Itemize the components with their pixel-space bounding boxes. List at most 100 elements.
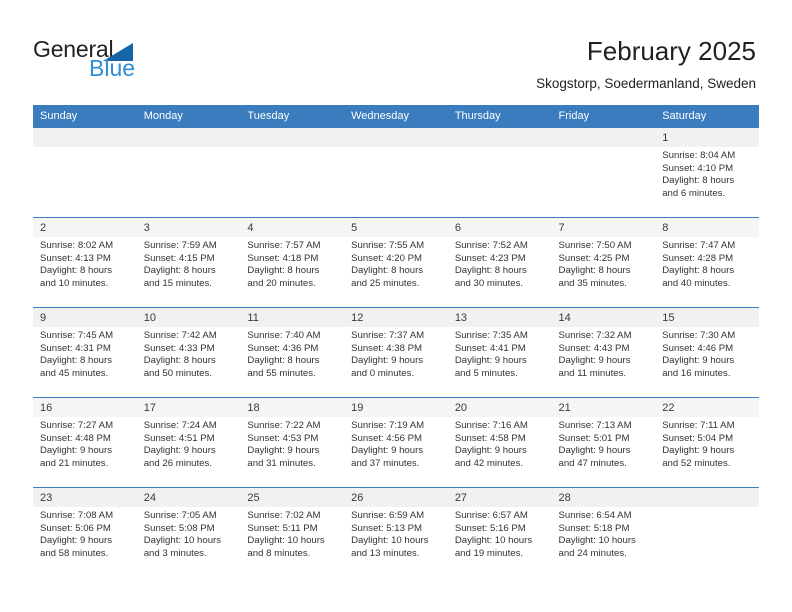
calendar-day-cell-empty <box>344 127 448 218</box>
calendar-day-cell[interactable]: 8 Sunrise: 7:47 AM Sunset: 4:28 PM Daylight… <box>655 217 759 308</box>
day-detail-line: Sunset: 4:31 PM <box>40 342 111 354</box>
day-detail-lines: Sunrise: 7:52 AM Sunset: 4:23 PM Daylight:… <box>448 237 552 290</box>
day-detail-line: Sunset: 5:06 PM <box>40 522 111 534</box>
day-detail-line: Sunrise: 8:04 AM <box>662 150 736 161</box>
calendar-day-cell[interactable]: 27 Sunrise: 6:57 AM Sunset: 5:16 PM Dayligh… <box>447 487 552 578</box>
calendar-day-cell[interactable]: 16 Sunrise: 7:27 AM Sunset: 4:48 PM Dayligh… <box>33 397 137 488</box>
calendar-day-cell[interactable]: 23 Sunrise: 7:08 AM Sunset: 5:06 PM Dayligh… <box>33 487 137 578</box>
calendar-day-cell[interactable]: 15 Sunrise: 7:30 AM Sunset: 4:46 PM Dayligh… <box>655 307 759 398</box>
calendar-week-row: 2 Sunrise: 8:02 AM Sunset: 4:13 PM Daylight… <box>33 217 759 308</box>
calendar-week-row: 16 Sunrise: 7:27 AM Sunset: 4:48 PM Dayligh… <box>33 397 759 488</box>
day-number <box>344 128 448 147</box>
day-detail-line: Sunset: 5:18 PM <box>558 522 630 534</box>
day-number: 20 <box>447 398 552 417</box>
day-detail-lines: Sunrise: 6:59 AM Sunset: 5:13 PM Daylight:… <box>344 507 448 560</box>
day-detail-line: Sunset: 5:04 PM <box>662 432 734 444</box>
calendar-day-cell[interactable]: 6 Sunrise: 7:52 AM Sunset: 4:23 PM Daylight… <box>447 217 552 308</box>
day-detail-line: and 40 minutes. <box>662 277 731 289</box>
calendar-day-cell[interactable]: 5 Sunrise: 7:55 AM Sunset: 4:20 PM Daylight… <box>344 217 448 308</box>
day-detail-line: Sunset: 4:58 PM <box>454 432 526 444</box>
day-number: 8 <box>655 218 759 237</box>
day-number: 9 <box>33 308 137 327</box>
day-number <box>551 128 656 147</box>
day-detail-line: and 52 minutes. <box>662 457 731 469</box>
weekday-header-tuesday: Tuesday <box>240 105 345 128</box>
calendar-day-cell[interactable]: 4 Sunrise: 7:57 AM Sunset: 4:18 PM Daylight… <box>240 217 345 308</box>
day-detail-lines: Sunrise: 8:02 AM Sunset: 4:13 PM Daylight:… <box>33 237 137 290</box>
day-detail-line: Sunrise: 7:19 AM <box>351 420 425 431</box>
day-detail-line: Sunset: 4:53 PM <box>247 432 319 444</box>
day-detail-line: Sunset: 4:13 PM <box>40 252 111 264</box>
calendar-day-cell[interactable]: 10 Sunrise: 7:42 AM Sunset: 4:33 PM Dayligh… <box>136 307 241 398</box>
calendar-day-cell[interactable]: 9 Sunrise: 7:45 AM Sunset: 4:31 PM Daylight… <box>33 307 137 398</box>
day-number: 7 <box>551 218 656 237</box>
calendar-day-cell[interactable]: 11 Sunrise: 7:40 AM Sunset: 4:36 PM Dayligh… <box>240 307 345 398</box>
weekday-header-thursday: Thursday <box>447 105 552 128</box>
calendar-day-cell[interactable]: 7 Sunrise: 7:50 AM Sunset: 4:25 PM Daylight… <box>551 217 656 308</box>
day-detail-line: Sunrise: 7:52 AM <box>454 240 528 251</box>
calendar-day-cell[interactable]: 28 Sunrise: 6:54 AM Sunset: 5:18 PM Dayligh… <box>551 487 656 578</box>
calendar-day-cell[interactable]: 3 Sunrise: 7:59 AM Sunset: 4:15 PM Daylight… <box>136 217 241 308</box>
day-detail-lines: Sunrise: 7:02 AM Sunset: 5:11 PM Daylight:… <box>240 507 344 560</box>
day-detail-lines: Sunrise: 7:47 AM Sunset: 4:28 PM Daylight:… <box>655 237 759 290</box>
day-detail-line: Daylight: 9 hours <box>662 355 735 367</box>
day-detail-lines <box>655 507 759 510</box>
calendar-day-cell[interactable]: 24 Sunrise: 7:05 AM Sunset: 5:08 PM Dayligh… <box>136 487 241 578</box>
day-detail-lines: Sunrise: 7:35 AM Sunset: 4:41 PM Daylight:… <box>448 327 552 380</box>
calendar-day-cell[interactable]: 20 Sunrise: 7:16 AM Sunset: 4:58 PM Dayligh… <box>447 397 552 488</box>
day-detail-line: and 11 minutes. <box>558 367 627 379</box>
day-detail-line: Sunrise: 7:02 AM <box>247 510 321 521</box>
day-detail-lines: Sunrise: 7:59 AM Sunset: 4:15 PM Daylight:… <box>137 237 241 290</box>
day-detail-line: and 24 minutes. <box>558 547 627 559</box>
day-detail-line: Sunrise: 7:22 AM <box>247 420 321 431</box>
day-detail-lines: Sunrise: 7:27 AM Sunset: 4:48 PM Daylight:… <box>33 417 137 470</box>
calendar-day-cell-empty <box>240 127 345 218</box>
day-detail-line: Sunset: 4:28 PM <box>662 252 734 264</box>
day-number: 13 <box>447 308 552 327</box>
day-detail-line: Sunset: 4:18 PM <box>247 252 319 264</box>
day-number: 24 <box>136 488 241 507</box>
day-number: 5 <box>344 218 448 237</box>
calendar-day-cell[interactable]: 1 Sunrise: 8:04 AM Sunset: 4:10 PM Daylight… <box>655 127 759 218</box>
day-detail-lines: Sunrise: 7:22 AM Sunset: 4:53 PM Daylight:… <box>240 417 344 470</box>
day-number <box>136 128 241 147</box>
day-detail-line: Sunset: 4:15 PM <box>143 252 215 264</box>
day-detail-line: Daylight: 10 hours <box>454 535 533 547</box>
day-number: 3 <box>136 218 241 237</box>
day-detail-line: and 37 minutes. <box>351 457 420 469</box>
day-detail-lines: Sunrise: 7:57 AM Sunset: 4:18 PM Daylight:… <box>240 237 344 290</box>
day-detail-line: Sunset: 4:48 PM <box>40 432 111 444</box>
day-number: 16 <box>33 398 137 417</box>
calendar-day-cell[interactable]: 14 Sunrise: 7:32 AM Sunset: 4:43 PM Dayligh… <box>551 307 656 398</box>
day-detail-line: Daylight: 10 hours <box>351 535 429 547</box>
day-detail-line: and 25 minutes. <box>351 277 420 289</box>
day-number: 19 <box>344 398 448 417</box>
day-detail-line: Sunrise: 6:59 AM <box>351 510 425 521</box>
day-detail-line: and 47 minutes. <box>558 457 627 469</box>
calendar-day-cell[interactable]: 21 Sunrise: 7:13 AM Sunset: 5:01 PM Dayligh… <box>551 397 656 488</box>
calendar-day-cell[interactable]: 19 Sunrise: 7:19 AM Sunset: 4:56 PM Dayligh… <box>344 397 448 488</box>
day-detail-lines: Sunrise: 8:04 AM Sunset: 4:10 PM Daylight:… <box>655 147 759 200</box>
weekday-header-monday: Monday <box>136 105 241 128</box>
calendar-day-cell[interactable]: 26 Sunrise: 6:59 AM Sunset: 5:13 PM Dayligh… <box>344 487 448 578</box>
day-detail-line: Sunset: 5:13 PM <box>351 522 423 534</box>
calendar-day-cell[interactable]: 12 Sunrise: 7:37 AM Sunset: 4:38 PM Dayligh… <box>344 307 448 398</box>
calendar-header-row: Sunday Monday Tuesday Wednesday Thursday Frid… <box>33 105 759 128</box>
page-title: February 2025 <box>586 36 756 66</box>
day-detail-line: Sunset: 4:10 PM <box>662 162 734 174</box>
day-detail-line: Daylight: 9 hours <box>40 535 112 547</box>
calendar-day-cell[interactable]: 25 Sunrise: 7:02 AM Sunset: 5:11 PM Dayligh… <box>240 487 345 578</box>
day-detail-line: Sunrise: 7:32 AM <box>558 330 632 341</box>
calendar-day-cell[interactable]: 2 Sunrise: 8:02 AM Sunset: 4:13 PM Daylight… <box>33 217 137 308</box>
day-detail-line: and 6 minutes. <box>662 187 726 199</box>
day-number: 18 <box>240 398 345 417</box>
day-detail-lines: Sunrise: 7:37 AM Sunset: 4:38 PM Daylight:… <box>344 327 448 380</box>
calendar-day-cell[interactable]: 22 Sunrise: 7:11 AM Sunset: 5:04 PM Dayligh… <box>655 397 759 488</box>
day-detail-lines: Sunrise: 7:05 AM Sunset: 5:08 PM Daylight:… <box>137 507 241 560</box>
day-detail-lines: Sunrise: 7:19 AM Sunset: 4:56 PM Daylight:… <box>344 417 448 470</box>
calendar-day-cell[interactable]: 13 Sunrise: 7:35 AM Sunset: 4:41 PM Dayligh… <box>447 307 552 398</box>
day-detail-lines: Sunrise: 7:55 AM Sunset: 4:20 PM Daylight:… <box>344 237 448 290</box>
day-detail-line: Sunset: 4:20 PM <box>351 252 423 264</box>
calendar-day-cell[interactable]: 17 Sunrise: 7:24 AM Sunset: 4:51 PM Dayligh… <box>136 397 241 488</box>
calendar-day-cell[interactable]: 18 Sunrise: 7:22 AM Sunset: 4:53 PM Dayligh… <box>240 397 345 488</box>
